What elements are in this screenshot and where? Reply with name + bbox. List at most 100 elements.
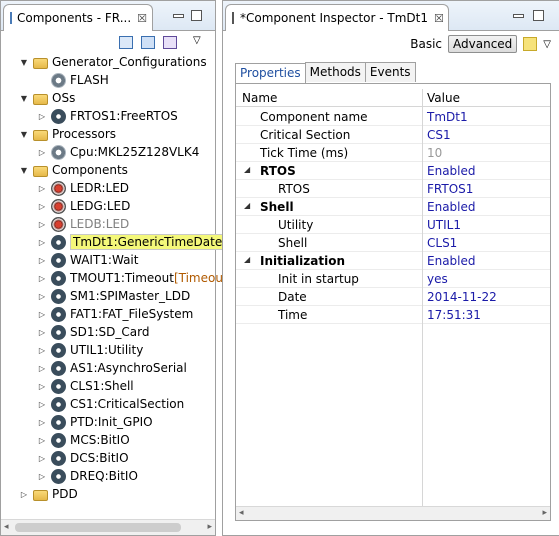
expanded-chevron-icon[interactable]: ◢ (244, 201, 250, 210)
collapsed-chevron-icon[interactable]: ▷ (37, 328, 47, 337)
expanded-chevron-icon[interactable]: ▼ (19, 58, 29, 67)
property-value[interactable]: Enabled (427, 164, 476, 178)
property-value[interactable]: FRTOS1 (427, 182, 473, 196)
tree-item[interactable]: ▷ UTIL1:Utility (1, 341, 215, 359)
column-header-value[interactable]: Value (427, 91, 460, 105)
scroll-right-icon[interactable]: ▸ (542, 508, 547, 518)
collapsed-chevron-icon[interactable]: ▷ (37, 454, 47, 463)
scroll-left-icon[interactable]: ◂ (239, 508, 244, 518)
new-folder-icon[interactable] (141, 36, 155, 49)
tree-item[interactable]: ▷ LEDG:LED (1, 197, 215, 215)
tree-item[interactable]: ▷ Cpu:MKL25Z128VLK4 (1, 143, 215, 161)
collapsed-chevron-icon[interactable]: ▷ (37, 292, 47, 301)
scroll-left-icon[interactable]: ◂ (4, 522, 9, 532)
tree-item[interactable]: ▷ AS1:AsynchroSerial (1, 359, 215, 377)
column-divider[interactable] (422, 89, 423, 506)
collapsed-chevron-icon[interactable]: ▷ (37, 400, 47, 409)
property-row[interactable]: Time 17:51:31 (236, 306, 550, 324)
tree-item[interactable]: ▷ FRTOS1:FreeRTOS (1, 107, 215, 125)
tab-events[interactable]: Events (364, 62, 416, 82)
property-value[interactable]: 17:51:31 (427, 308, 481, 322)
tree-item[interactable]: ▼ Processors (1, 125, 215, 143)
basic-mode-label[interactable]: Basic (410, 37, 442, 51)
property-value[interactable]: CS1 (427, 128, 451, 142)
expanded-chevron-icon[interactable]: ▼ (19, 166, 29, 175)
property-value[interactable]: yes (427, 272, 448, 286)
grid-horizontal-scrollbar[interactable]: ◂ ▸ (236, 506, 550, 520)
property-group-row[interactable]: ◢ Shell Enabled (236, 198, 550, 216)
collapsed-chevron-icon[interactable]: ▷ (37, 472, 47, 481)
maximize-icon[interactable] (533, 10, 544, 21)
property-group-row[interactable]: ◢ Initialization Enabled (236, 252, 550, 270)
collapsed-chevron-icon[interactable]: ▷ (37, 436, 47, 445)
tree-item[interactable]: ▷ TMOUT1:Timeout [Timeou (1, 269, 223, 287)
property-row[interactable]: Utility UTIL1 (236, 216, 550, 234)
collapsed-chevron-icon[interactable]: ▷ (37, 184, 47, 193)
collapsed-chevron-icon[interactable]: ▷ (37, 382, 47, 391)
collapsed-chevron-icon[interactable]: ▷ (37, 274, 47, 283)
tree-item[interactable]: ▷ SD1:SD_Card (1, 323, 215, 341)
collapsed-chevron-icon[interactable]: ▷ (37, 238, 47, 247)
tree-item[interactable]: ▷ DREQ:BitIO (1, 467, 215, 485)
tree-item[interactable]: FLASH (1, 71, 215, 89)
expanded-chevron-icon[interactable]: ◢ (244, 165, 250, 174)
tree-item[interactable]: ▷ FAT1:FAT_FileSystem (1, 305, 215, 323)
collapsed-chevron-icon[interactable]: ▷ (37, 220, 47, 229)
scroll-right-icon[interactable]: ▸ (207, 522, 212, 532)
expanded-chevron-icon[interactable]: ▼ (19, 130, 29, 139)
close-icon[interactable]: ☒ (434, 12, 444, 25)
collapse-all-icon[interactable] (119, 36, 133, 49)
close-icon[interactable]: ☒ (137, 12, 147, 25)
property-value[interactable]: UTIL1 (427, 218, 461, 232)
tab-methods[interactable]: Methods (304, 62, 366, 82)
collapsed-chevron-icon[interactable]: ▷ (37, 346, 47, 355)
property-row[interactable]: Init in startup yes (236, 270, 550, 288)
collapsed-chevron-icon[interactable]: ▷ (37, 112, 47, 121)
property-value[interactable]: Enabled (427, 254, 476, 268)
property-value[interactable]: Enabled (427, 200, 476, 214)
property-row[interactable]: Component name TmDt1 (236, 108, 550, 126)
tree-item[interactable]: ▷ DCS:BitIO (1, 449, 215, 467)
advanced-mode-button[interactable]: Advanced (448, 35, 518, 53)
help-note-icon[interactable] (523, 37, 538, 51)
tree-item[interactable]: ▷ LEDR:LED (1, 179, 215, 197)
property-value[interactable]: TmDt1 (427, 110, 468, 124)
view-menu-chevron-down-icon[interactable]: ▽ (543, 39, 551, 50)
property-row[interactable]: Date 2014-11-22 (236, 288, 550, 306)
horizontal-scrollbar[interactable]: ◂ ▸ (1, 519, 215, 535)
collapsed-chevron-icon[interactable]: ▷ (37, 256, 47, 265)
maximize-icon[interactable] (191, 10, 202, 21)
property-value[interactable]: 10 (427, 146, 442, 160)
component-inspector-tab[interactable]: *Component Inspector - TmDt1 ☒ (225, 4, 449, 31)
tree-item[interactable]: ▷ CS1:CriticalSection (1, 395, 215, 413)
property-row[interactable]: Shell CLS1 (236, 234, 550, 252)
property-value[interactable]: 2014-11-22 (427, 290, 497, 304)
property-value[interactable]: CLS1 (427, 236, 457, 250)
scrollbar-thumb[interactable] (15, 523, 181, 532)
property-group-row[interactable]: ◢ RTOS Enabled (236, 162, 550, 180)
tree-item[interactable]: ▼ Generator_Configurations (1, 53, 215, 71)
expanded-chevron-icon[interactable]: ▼ (19, 94, 29, 103)
property-row[interactable]: RTOS FRTOS1 (236, 180, 550, 198)
property-row[interactable]: Critical Section CS1 (236, 126, 550, 144)
tree-item[interactable]: ▷ TmDt1:GenericTimeDate (1, 233, 226, 251)
tree-item[interactable]: ▷ PTD:Init_GPIO (1, 413, 215, 431)
tree-item[interactable]: ▷ SM1:SPIMaster_LDD (1, 287, 215, 305)
minimize-icon[interactable] (513, 14, 524, 18)
collapsed-chevron-icon[interactable]: ▷ (37, 202, 47, 211)
tree-item[interactable]: ▼ Components (1, 161, 215, 179)
collapsed-chevron-icon[interactable]: ▷ (37, 148, 47, 157)
minimize-icon[interactable] (173, 14, 184, 18)
collapsed-chevron-icon[interactable]: ▷ (37, 418, 47, 427)
components-tab[interactable]: Components - FR... ☒ (3, 4, 153, 31)
tree-item[interactable]: ▷ WAIT1:Wait (1, 251, 215, 269)
tree-item[interactable]: ▷ CLS1:Shell (1, 377, 215, 395)
property-row[interactable]: Tick Time (ms) 10 (236, 144, 550, 162)
expanded-chevron-icon[interactable]: ◢ (244, 255, 250, 264)
collapsed-chevron-icon[interactable]: ▷ (37, 310, 47, 319)
tree-item[interactable]: ▷ MCS:BitIO (1, 431, 215, 449)
column-header-name[interactable]: Name (242, 91, 277, 105)
tree-item[interactable]: ▷ PDD (1, 485, 215, 503)
tree-item[interactable]: ▼ OSs (1, 89, 215, 107)
tree-item[interactable]: ▷ LEDB:LED (1, 215, 215, 233)
